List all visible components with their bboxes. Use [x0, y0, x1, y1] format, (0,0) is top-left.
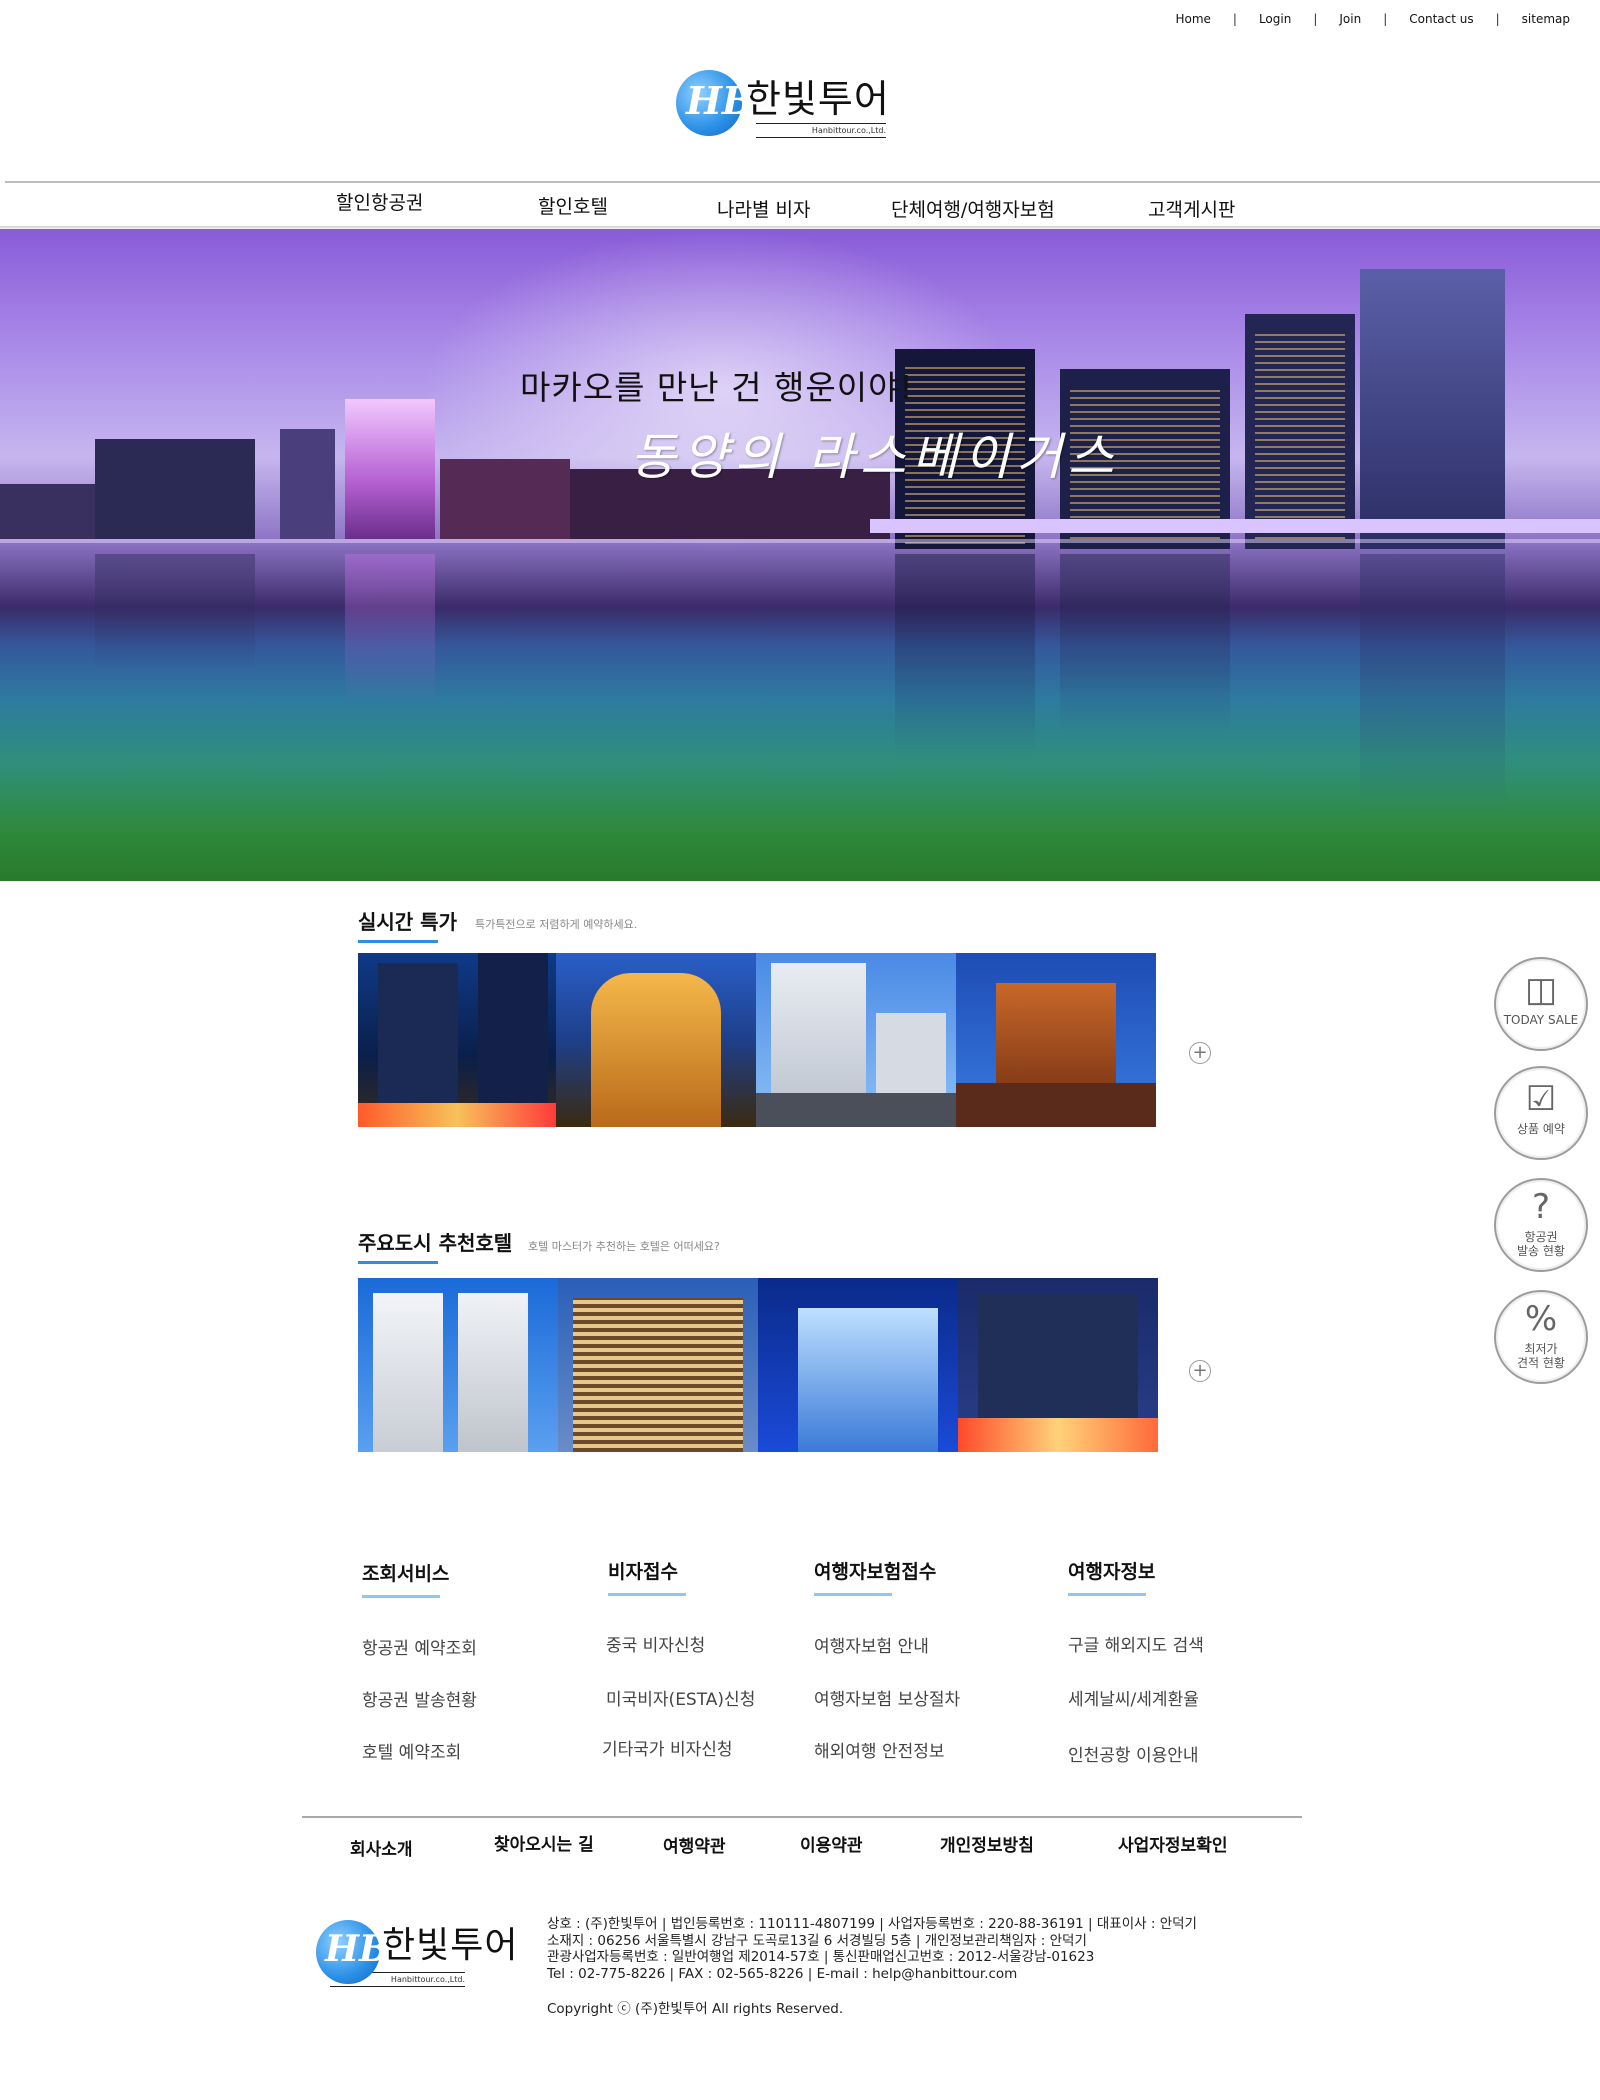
quick-today-sale[interactable]: ◫ TODAY SALE	[1494, 957, 1588, 1051]
separator: |	[1383, 12, 1388, 26]
hotel-photo[interactable]	[958, 1278, 1158, 1452]
home-link[interactable]: Home	[1175, 12, 1210, 26]
nav-item-visa[interactable]: 나라별 비자	[717, 195, 810, 222]
company-info-line: 상호 : (주)한빛투어 | 법인등록번호 : 110111-4807199 |…	[547, 1916, 1197, 1932]
hb-logo-icon: HB	[676, 70, 754, 136]
column-title-traveler-info: 여행자정보	[1068, 1557, 1155, 1596]
hotel-photo[interactable]	[956, 953, 1156, 1127]
skyline-building	[0, 484, 95, 539]
footer-link-company[interactable]: 회사소개	[350, 1835, 413, 1860]
window-lights	[1255, 329, 1345, 539]
separator: |	[1495, 12, 1500, 26]
title-underline	[358, 940, 438, 943]
skyline-building	[440, 459, 570, 539]
reflection	[1360, 554, 1505, 814]
nav-item-board[interactable]: 고객게시판	[1148, 195, 1235, 222]
quick-lowest-price[interactable]: % 최저가 견적 현황	[1494, 1290, 1588, 1384]
link-google-maps[interactable]: 구글 해외지도 검색	[1068, 1631, 1204, 1656]
title-underline	[814, 1593, 892, 1596]
top-links: Home | Login | Join | Contact us | sitem…	[1175, 12, 1570, 26]
company-info-line: 소재지 : 06256 서울특별시 강남구 도곡로13길 6 서경빌딩 5층 |…	[547, 1932, 1087, 1949]
site-logo[interactable]: HB 한빛투어 Hanbittour.co.,Ltd.	[676, 68, 890, 138]
link-us-esta[interactable]: 미국비자(ESTA)신청	[606, 1685, 755, 1710]
question-icon: ?	[1531, 1187, 1551, 1227]
link-incheon-airport[interactable]: 인천공항 이용안내	[1068, 1741, 1199, 1766]
waterline	[0, 539, 1600, 543]
link-other-visa[interactable]: 기타국가 비자신청	[602, 1735, 733, 1760]
link-insurance-claim[interactable]: 여행자보험 보상절차	[814, 1685, 960, 1710]
footer-link-business-info[interactable]: 사업자정보확인	[1118, 1831, 1227, 1856]
login-link[interactable]: Login	[1259, 12, 1291, 26]
bridge	[870, 519, 1600, 533]
hotels-title: 주요도시 추천호텔	[358, 1227, 512, 1264]
hotel-photo[interactable]	[358, 953, 556, 1127]
reflection	[895, 554, 1035, 754]
deals-subtitle: 특가특전으로 저렴하게 예약하세요.	[475, 918, 638, 931]
hotel-photo[interactable]	[758, 1278, 958, 1452]
separator: |	[1313, 12, 1318, 26]
plus-circle-icon[interactable]: +	[1189, 1360, 1211, 1382]
footer-link-privacy[interactable]: 개인정보방침	[940, 1831, 1034, 1856]
brand-name: 한빛투어	[382, 1925, 519, 1966]
plus-circle-icon[interactable]: +	[1189, 1042, 1211, 1064]
grand-lisboa-tower	[345, 399, 435, 539]
reflection	[95, 554, 255, 674]
footer-link-terms-of-use[interactable]: 이용약관	[800, 1831, 863, 1856]
hotel-photo[interactable]	[358, 1278, 558, 1452]
link-weather-exchange[interactable]: 세계날씨/세계환율	[1068, 1685, 1199, 1710]
skyline-building	[95, 439, 255, 539]
main-nav: 할인항공권 할인호텔 나라별 비자 단체여행/여행자보험 고객게시판	[0, 183, 1600, 228]
company-info-line: Tel : 02-775-8226 | FAX : 02-565-8226 | …	[547, 1965, 1018, 1982]
hb-logo-icon: HB	[316, 1919, 389, 1984]
hero-tagline: 동양의 라스베이거스	[630, 428, 1120, 486]
skyline-tower	[1360, 269, 1505, 549]
nav-item-hotels[interactable]: 할인호텔	[538, 192, 608, 219]
footer-link-travel-terms[interactable]: 여행약관	[663, 1832, 726, 1857]
hero-headline: 마카오를 만난 건 행운이야!	[520, 368, 914, 407]
hotel-photo[interactable]	[556, 953, 756, 1127]
link-travel-safety[interactable]: 해외여행 안전정보	[814, 1737, 945, 1762]
link-ticket-dispatch-status[interactable]: 항공권 발송현황	[362, 1686, 477, 1711]
column-title-visa: 비자접수	[608, 1557, 686, 1596]
sitemap-link[interactable]: sitemap	[1522, 12, 1570, 26]
clipboard-check-icon: ☑	[1525, 1079, 1557, 1119]
copyright: Copyright ⓒ (주)한빛투어 All rights Reserved.	[547, 2001, 844, 2017]
brand-name: 한빛투어	[746, 77, 890, 121]
company-info: 상호 : (주)한빛투어 | 법인등록번호 : 110111-4807199 |…	[547, 1916, 1197, 1982]
company-info-line: 관광사업자등록번호 : 일반여행업 제2014-57호 | 통신판매업신고번호 …	[547, 1949, 1095, 1965]
hotel-photo[interactable]	[756, 953, 956, 1127]
contact-us-link[interactable]: Contact us	[1409, 12, 1473, 26]
percent-bag-icon: %	[1524, 1299, 1558, 1339]
title-underline	[1068, 1593, 1146, 1596]
hotels-subtitle: 호텔 마스터가 추천하는 호텔은 어떠세요?	[528, 1240, 720, 1253]
quick-product-booking[interactable]: ☑ 상품 예약	[1494, 1066, 1588, 1160]
column-title-insurance: 여행자보험접수	[814, 1557, 936, 1596]
skyline-building	[280, 429, 335, 539]
link-insurance-info[interactable]: 여행자보험 안내	[814, 1632, 929, 1657]
hotels-gallery	[358, 1278, 1158, 1452]
reflection	[1060, 554, 1230, 734]
link-china-visa[interactable]: 중국 비자신청	[606, 1631, 705, 1656]
nav-item-flights[interactable]: 할인항공권	[336, 188, 423, 215]
title-underline	[608, 1593, 686, 1596]
deals-title: 실시간 특가	[358, 906, 457, 943]
gift-icon: ◫	[1524, 970, 1558, 1010]
link-flight-booking-lookup[interactable]: 항공권 예약조회	[362, 1634, 477, 1659]
footer-link-directions[interactable]: 찾아오시는 길	[494, 1830, 594, 1855]
column-title-lookup: 조회서비스	[362, 1559, 449, 1598]
title-underline	[362, 1595, 440, 1598]
deals-gallery	[358, 953, 1156, 1127]
join-link[interactable]: Join	[1339, 12, 1361, 26]
brand-subtitle: Hanbittour.co.,Ltd.	[756, 123, 886, 138]
hero-banner: 마카오를 만난 건 행운이야! 동양의 라스베이거스	[0, 229, 1600, 881]
footer-logo[interactable]: HB 한빛투어 Hanbittour.co.,Ltd.	[316, 1916, 518, 1987]
title-underline	[358, 1261, 438, 1264]
reflection	[345, 554, 435, 704]
nav-item-group-insurance[interactable]: 단체여행/여행자보험	[891, 195, 1055, 222]
footer-divider	[302, 1816, 1302, 1818]
quick-ticket-status[interactable]: ? 항공권 발송 현황	[1494, 1178, 1588, 1272]
hotel-photo[interactable]	[558, 1278, 758, 1452]
link-hotel-booking-lookup[interactable]: 호텔 예약조회	[362, 1738, 461, 1763]
separator: |	[1232, 12, 1237, 26]
